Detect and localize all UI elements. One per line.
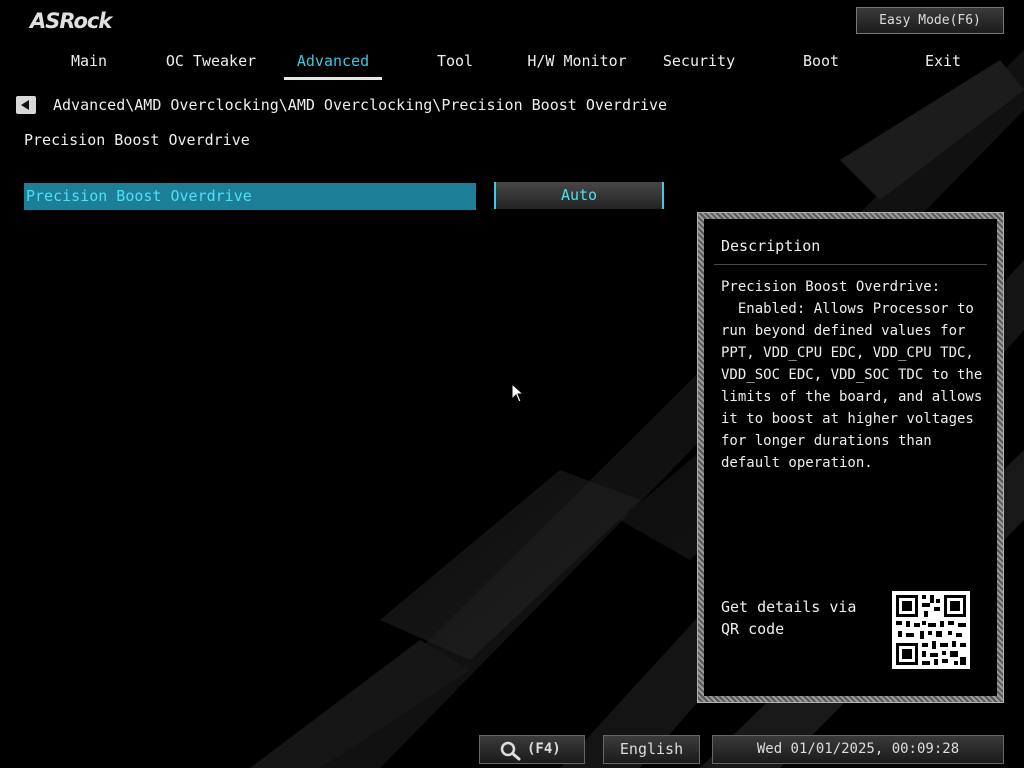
datetime-display: Wed 01/01/2025, 00:09:28	[712, 735, 1004, 764]
setting-label: Precision Boost Overdrive	[26, 187, 252, 205]
tab-main[interactable]: Main	[28, 48, 150, 78]
description-panel: Description Precision Boost Overdrive: E…	[697, 212, 1004, 703]
tab-hw-monitor[interactable]: H/W Monitor	[516, 48, 638, 78]
search-button[interactable]: (F4)	[479, 735, 585, 764]
tab-oc-tweaker[interactable]: OC Tweaker	[150, 48, 272, 78]
tab-exit[interactable]: Exit	[882, 48, 1004, 78]
search-icon	[500, 741, 521, 761]
section-title: Precision Boost Overdrive	[24, 131, 250, 149]
tab-tool[interactable]: Tool	[394, 48, 516, 78]
setting-value-dropdown[interactable]: Auto	[494, 182, 664, 209]
language-button[interactable]: English	[603, 735, 700, 764]
main-nav: Main OC Tweaker Advanced Tool H/W Monito…	[28, 48, 1004, 82]
easy-mode-button[interactable]: Easy Mode(F6)	[856, 7, 1004, 34]
tab-security[interactable]: Security	[638, 48, 760, 78]
qr-code-icon	[892, 591, 970, 669]
mouse-cursor-icon	[511, 383, 525, 403]
qr-label: Get details via QR code	[721, 598, 857, 638]
description-divider	[714, 264, 987, 265]
tab-advanced[interactable]: Advanced	[272, 48, 394, 80]
bottom-bar: (F4) English Wed 01/01/2025, 00:09:28	[0, 733, 1024, 768]
back-arrow-icon[interactable]	[16, 96, 36, 114]
description-title: Description	[721, 237, 821, 255]
description-text: Precision Boost Overdrive: Enabled: Allo…	[721, 279, 983, 471]
asrock-logo: ASRock	[30, 9, 112, 33]
setting-row-precision-boost-overdrive[interactable]: Precision Boost Overdrive	[24, 183, 476, 210]
breadcrumb: Advanced\AMD Overclocking\AMD Overclocki…	[53, 96, 668, 114]
search-shortcut-label: (F4)	[527, 741, 561, 757]
tab-boot[interactable]: Boot	[760, 48, 882, 78]
